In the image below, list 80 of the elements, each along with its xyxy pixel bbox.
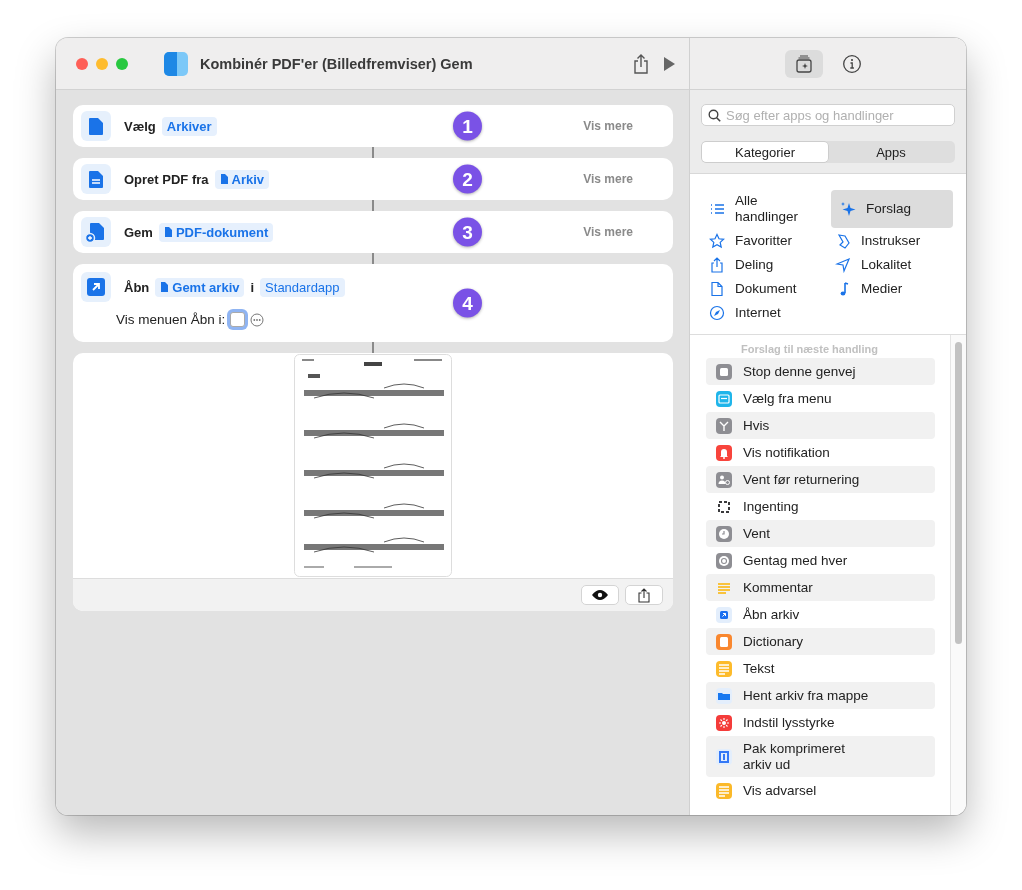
document-icon — [219, 174, 228, 184]
action-label: Gem — [124, 224, 153, 240]
info-icon — [842, 53, 862, 74]
action-item[interactable]: Åbn arkiv — [706, 601, 935, 628]
action-icon — [81, 217, 111, 247]
category-item[interactable]: Dokument — [705, 278, 831, 300]
scrollbar[interactable] — [950, 335, 966, 815]
action-card[interactable]: Gem PDF-dokument 3 Vis mere — [73, 211, 673, 253]
action-item[interactable]: Pak komprimeret arkiv ud — [706, 736, 935, 777]
location-arrow-icon — [835, 257, 851, 273]
action-icon — [81, 272, 111, 302]
parameter-token[interactable]: Standardapp — [260, 277, 345, 297]
variable-token[interactable]: PDF-dokument — [158, 222, 274, 242]
app-icon — [164, 51, 188, 76]
action-card[interactable]: Åbn Gemt arkiv i Standardapp Vis menuen Åbn i: 4 — [73, 264, 673, 342]
run-icon[interactable] — [663, 56, 675, 71]
category-item[interactable]: Medier — [831, 278, 953, 300]
action-label: Åbn — [124, 279, 150, 295]
action-label: Opret PDF fra — [124, 171, 209, 187]
action-item[interactable]: Vælg fra menu — [706, 385, 935, 412]
category-item[interactable]: Internet — [705, 302, 831, 324]
action-item[interactable]: Indstil lysstyrke — [706, 709, 935, 736]
segment-tab[interactable]: Apps — [828, 142, 954, 162]
share-button[interactable] — [625, 585, 663, 605]
step-number-badge: 2 — [453, 164, 482, 194]
share-icon — [638, 587, 650, 603]
section-heading: Forslag til næste handling — [740, 343, 879, 355]
zoom-button[interactable] — [116, 57, 128, 70]
step-number-badge: 4 — [453, 288, 482, 318]
document-icon — [709, 281, 725, 297]
segment-tab[interactable]: Kategorier — [702, 142, 828, 162]
variable-token[interactable]: Gemt arkiv — [155, 277, 245, 297]
action-item[interactable]: Vent før returnering — [706, 466, 935, 493]
option-label: Vis menuen Åbn i: — [116, 312, 226, 327]
category-item[interactable]: Alle handlinger — [705, 190, 831, 228]
search-field[interactable]: Søg efter apps og handlinger — [701, 104, 955, 126]
share-icon[interactable] — [633, 53, 649, 74]
category-item[interactable]: Instrukser — [831, 230, 953, 252]
action-label: Vælg — [124, 118, 156, 134]
window-title: Kombinér PDF'er (Billedfremviser) Gem — [200, 55, 474, 72]
preview-button[interactable] — [581, 585, 619, 605]
action-item[interactable]: Vis notifikation — [706, 439, 935, 466]
category-item[interactable]: Deling — [705, 254, 831, 276]
variable-token[interactable]: Arkiv — [214, 169, 270, 189]
action-item[interactable]: Vent — [706, 520, 935, 547]
document-icon — [163, 227, 172, 237]
category-item[interactable]: Lokalitet — [831, 254, 953, 276]
category-item[interactable]: Favoritter — [705, 230, 831, 252]
search-icon — [708, 108, 721, 122]
sparkle-icon — [840, 201, 856, 217]
action-item[interactable]: Tekst — [706, 655, 935, 682]
compass-icon — [709, 305, 725, 321]
action-item[interactable]: Hent arkiv fra mappe — [706, 682, 935, 709]
library-icon — [794, 53, 814, 74]
share-icon — [709, 257, 725, 273]
action-item[interactable]: Vis advarsel — [706, 777, 935, 804]
category-item[interactable]: Forslag — [831, 190, 953, 228]
checkbox[interactable] — [230, 312, 246, 327]
action-icon — [81, 164, 111, 194]
action-card[interactable]: Vælg Arkiver 1 Vis mere — [73, 105, 673, 147]
scroll-icon — [835, 233, 851, 249]
action-item[interactable]: Kommentar — [706, 574, 935, 601]
more-icon[interactable] — [250, 312, 265, 327]
step-number-badge: 3 — [453, 217, 482, 247]
library-button[interactable] — [785, 49, 823, 78]
step-number-badge: 1 — [453, 111, 482, 141]
star-icon — [709, 233, 725, 249]
action-item[interactable]: Ingenting — [706, 493, 935, 520]
list-icon — [709, 201, 725, 217]
action-label: i — [250, 279, 255, 295]
eye-icon — [591, 589, 609, 601]
parameter-token[interactable]: Arkiver — [161, 116, 217, 136]
action-item[interactable]: Dictionary — [706, 628, 935, 655]
document-icon — [160, 282, 169, 292]
close-button[interactable] — [76, 57, 88, 70]
action-item[interactable]: Gentag med hver — [706, 547, 935, 574]
action-icon — [81, 111, 111, 141]
action-item[interactable]: Stop denne genvej — [706, 358, 935, 385]
action-card[interactable]: Opret PDF fra Arkiv 2 Vis mere — [73, 158, 673, 200]
action-item[interactable]: Hvis — [706, 412, 935, 439]
